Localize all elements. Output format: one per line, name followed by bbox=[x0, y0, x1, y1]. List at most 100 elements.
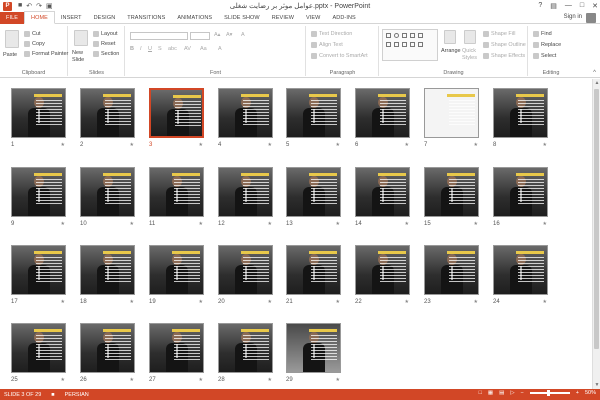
transition-star-icon[interactable]: ★ bbox=[130, 299, 134, 305]
normal-view-icon[interactable]: □ bbox=[479, 390, 482, 396]
strikethrough-icon[interactable]: abc bbox=[168, 46, 177, 52]
slide-thumbnail[interactable]: 8 ★ bbox=[493, 88, 548, 148]
shape-star-icon[interactable] bbox=[394, 42, 399, 47]
paste-button[interactable]: Paste bbox=[3, 52, 17, 58]
slide-thumbnail[interactable]: 2 ★ bbox=[80, 88, 135, 148]
align-text-button[interactable]: Align Text bbox=[311, 42, 343, 48]
shape-line-icon[interactable] bbox=[402, 33, 407, 38]
slide-thumbnail[interactable]: 21 ★ bbox=[286, 245, 341, 305]
slide-thumbnail[interactable]: 26 ★ bbox=[80, 323, 135, 383]
shape-callout-icon[interactable] bbox=[402, 42, 407, 47]
slide-preview[interactable] bbox=[286, 245, 341, 295]
transition-star-icon[interactable]: ★ bbox=[336, 142, 340, 148]
transition-star-icon[interactable]: ★ bbox=[336, 221, 340, 227]
transition-star-icon[interactable]: ★ bbox=[336, 299, 340, 305]
slide-preview[interactable] bbox=[11, 88, 66, 138]
transition-star-icon[interactable]: ★ bbox=[268, 142, 272, 148]
find-button[interactable]: Find bbox=[533, 31, 552, 37]
tab-file[interactable]: FILE bbox=[0, 11, 24, 24]
transition-star-icon[interactable]: ★ bbox=[199, 221, 203, 227]
tab-home[interactable]: HOME bbox=[24, 11, 55, 24]
transition-star-icon[interactable]: ★ bbox=[61, 377, 65, 383]
slide-thumbnail[interactable]: 1 ★ bbox=[11, 88, 66, 148]
tab-animations[interactable]: ANIMATIONS bbox=[171, 12, 218, 24]
new-slide-icon[interactable] bbox=[74, 30, 88, 46]
avatar[interactable] bbox=[586, 13, 596, 23]
slide-thumbnail[interactable]: 5 ★ bbox=[286, 88, 341, 148]
slide-preview[interactable] bbox=[424, 88, 479, 138]
slide-preview[interactable] bbox=[493, 245, 548, 295]
slide-thumbnail[interactable]: 3 ★ bbox=[149, 88, 204, 148]
slide-sorter-view-icon[interactable]: ▦ bbox=[488, 390, 493, 396]
arrange-icon[interactable] bbox=[444, 30, 456, 44]
slide-thumbnail[interactable]: 20 ★ bbox=[218, 245, 273, 305]
arrange-button[interactable]: Arrange bbox=[441, 48, 461, 54]
slide-thumbnail[interactable]: 4 ★ bbox=[218, 88, 273, 148]
help-icon[interactable]: ? bbox=[538, 2, 542, 10]
slide-thumbnail[interactable]: 11 ★ bbox=[149, 167, 204, 227]
transition-star-icon[interactable]: ★ bbox=[405, 221, 409, 227]
text-direction-button[interactable]: Text Direction bbox=[311, 31, 352, 37]
close-icon[interactable]: ✕ bbox=[592, 2, 598, 10]
format-painter-button[interactable]: Format Painter bbox=[24, 51, 68, 57]
clear-format-icon[interactable]: A bbox=[241, 32, 245, 38]
slide-preview[interactable] bbox=[11, 167, 66, 217]
transition-star-icon[interactable]: ★ bbox=[130, 377, 134, 383]
transition-star-icon[interactable]: ★ bbox=[474, 221, 478, 227]
slide-preview[interactable] bbox=[80, 245, 135, 295]
slide-thumbnail[interactable]: 10 ★ bbox=[80, 167, 135, 227]
transition-star-icon[interactable]: ★ bbox=[199, 377, 203, 383]
slide-thumbnail[interactable]: 12 ★ bbox=[218, 167, 273, 227]
transition-star-icon[interactable]: ★ bbox=[336, 377, 340, 383]
slide-preview[interactable] bbox=[424, 245, 479, 295]
shape-arrow-icon[interactable] bbox=[410, 33, 415, 38]
slide-preview[interactable] bbox=[286, 88, 341, 138]
minimize-icon[interactable]: — bbox=[565, 2, 572, 10]
tab-add-ins[interactable]: ADD-INS bbox=[326, 12, 361, 24]
slide-preview[interactable] bbox=[218, 167, 273, 217]
select-button[interactable]: Select bbox=[533, 53, 556, 59]
transition-star-icon[interactable]: ★ bbox=[61, 221, 65, 227]
slide-thumbnail[interactable]: 23 ★ bbox=[424, 245, 479, 305]
transition-star-icon[interactable]: ★ bbox=[405, 299, 409, 305]
proofing-icon[interactable]: ■ bbox=[51, 392, 54, 398]
slide-preview[interactable] bbox=[149, 323, 204, 373]
font-color-icon[interactable]: A bbox=[218, 46, 222, 52]
tab-insert[interactable]: INSERT bbox=[55, 12, 88, 24]
slide-thumbnail[interactable]: 24 ★ bbox=[493, 245, 548, 305]
spacing-icon[interactable]: AV bbox=[184, 46, 191, 52]
tab-review[interactable]: REVIEW bbox=[266, 12, 300, 24]
shapes-gallery[interactable] bbox=[382, 29, 438, 61]
transition-star-icon[interactable]: ★ bbox=[268, 299, 272, 305]
shape-triangle-icon[interactable] bbox=[418, 33, 423, 38]
slide-preview[interactable] bbox=[11, 245, 66, 295]
slide-preview[interactable] bbox=[218, 245, 273, 295]
shape-brace-icon[interactable] bbox=[410, 42, 415, 47]
slide-preview[interactable] bbox=[493, 167, 548, 217]
slide-preview[interactable] bbox=[286, 167, 341, 217]
tab-design[interactable]: DESIGN bbox=[88, 12, 122, 24]
transition-star-icon[interactable]: ★ bbox=[474, 142, 478, 148]
new-slide-button[interactable]: New Slide bbox=[72, 50, 94, 64]
shape-effects-button[interactable]: Shape Effects bbox=[483, 53, 525, 59]
transition-star-icon[interactable]: ★ bbox=[543, 299, 547, 305]
slide-preview[interactable] bbox=[11, 323, 66, 373]
bold-icon[interactable]: B bbox=[130, 46, 134, 52]
slide-preview[interactable] bbox=[355, 245, 410, 295]
slide-preview[interactable] bbox=[149, 167, 204, 217]
slide-preview[interactable] bbox=[80, 323, 135, 373]
section-button[interactable]: Section bbox=[93, 51, 119, 57]
slide-preview[interactable] bbox=[218, 88, 273, 138]
sign-in-link[interactable]: Sign in bbox=[564, 14, 582, 20]
reset-button[interactable]: Reset bbox=[93, 41, 115, 47]
convert-smartart-button[interactable]: Convert to SmartArt bbox=[311, 53, 368, 59]
slide-thumbnail[interactable]: 28 ★ bbox=[218, 323, 273, 383]
slide-preview[interactable] bbox=[424, 167, 479, 217]
slide-thumbnail[interactable]: 22 ★ bbox=[355, 245, 410, 305]
slide-thumbnail[interactable]: 17 ★ bbox=[11, 245, 66, 305]
slide-preview[interactable] bbox=[355, 167, 410, 217]
slide-thumbnail[interactable]: 25 ★ bbox=[11, 323, 66, 383]
transition-star-icon[interactable]: ★ bbox=[268, 221, 272, 227]
slide-preview[interactable] bbox=[493, 88, 548, 138]
copy-button[interactable]: Copy bbox=[24, 41, 45, 47]
